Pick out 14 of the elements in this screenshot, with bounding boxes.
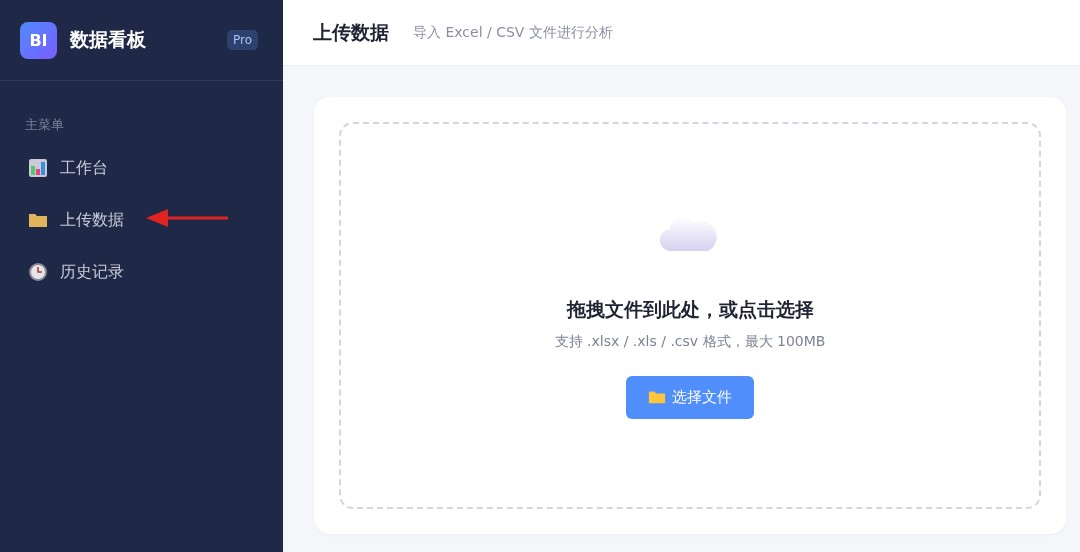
section-label: 主菜单 xyxy=(24,116,65,134)
bar-chart-icon xyxy=(28,158,48,178)
drop-title: 拖拽文件到此处，或点击选择 xyxy=(566,296,814,322)
clock-icon xyxy=(28,262,48,282)
nav-item[interactable]: 上传数据 xyxy=(0,194,283,246)
format-hint: 支持 .xlsx / .xls / .csv 格式，最大 100MB xyxy=(554,332,826,351)
logo-icon: BI xyxy=(20,21,57,59)
nav-item[interactable]: 工作台 xyxy=(0,142,283,194)
drop-zone[interactable]: 拖拽文件到此处，或点击选择 支持 .xlsx / .xls / .csv 格式，最大 100MB 选择文件 xyxy=(339,122,1041,509)
nav-item[interactable]: 历史记录 xyxy=(0,246,283,298)
page-title: 上传数据 xyxy=(313,19,389,45)
page-subtitle: 导入 Excel / CSV 文件进行分析 xyxy=(413,23,613,42)
plan-badge: Pro xyxy=(226,30,258,50)
app-title: 数据看板 xyxy=(70,27,147,52)
